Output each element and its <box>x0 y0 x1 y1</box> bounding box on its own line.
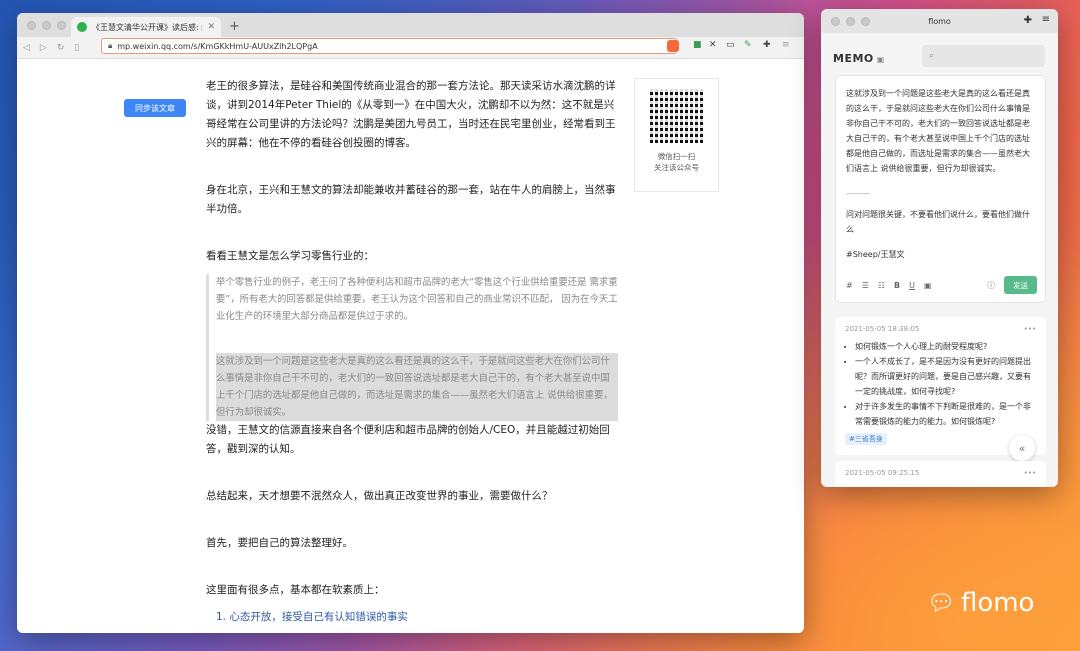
tab-title: 《王慧文清华公开课》读后感: 给... <box>92 22 202 32</box>
paragraph: 没错，王慧文的信源直接来自各个便利店和超市品牌的创始人/CEO，并且能越过初始回… <box>206 424 610 455</box>
window-title: flomo <box>928 16 951 26</box>
url-text: mp.weixin.qq.com/s/KmGKkHmU-AUUxZlh2LQPg… <box>117 41 318 51</box>
memo-mode-icon[interactable]: ▣ <box>877 55 885 64</box>
qr-code-icon <box>649 89 704 143</box>
sync-article-button[interactable]: 同步该文章 <box>124 99 186 117</box>
lock-icon: 🔒︎ <box>108 41 113 50</box>
close-dot[interactable] <box>831 17 840 26</box>
extensions-puzzle-icon[interactable]: ✚ <box>763 40 771 50</box>
bullet-list-icon[interactable]: ☰ <box>862 278 869 293</box>
forward-icon[interactable]: ▷ <box>40 43 47 53</box>
editor-toolbar: # ☰ ☷ B U ▣ ⓘ 发送 <box>846 276 1037 294</box>
address-bar[interactable]: 🔒︎ mp.weixin.qq.com/s/KmGKkHmU-AUUxZlh2L… <box>101 38 677 54</box>
send-button[interactable]: 发送 <box>1004 276 1037 294</box>
qr-caption: 微信扫一扫 关注该公众号 <box>654 152 699 172</box>
paragraph: 总结起来，天才想要不泯然众人，做出真正改变世界的事业，需要做什么？ <box>206 490 553 502</box>
bold-icon[interactable]: B <box>894 278 900 293</box>
extension-green-icon[interactable]: ■ <box>693 40 702 50</box>
editor-note: 问对问题很关键，不要看他们说什么，要看他们做什么 <box>846 210 1030 234</box>
editor-text: 这就涉及到一个问题是这些老大是真的这么看还是真的这么干，于是就问这些老大在你们公… <box>846 89 1030 173</box>
memo-card[interactable]: 2021-05-05 09:25:15 ••• <box>835 461 1046 487</box>
editor-divider: ——— <box>846 189 870 198</box>
memo-header: MEMO ▣ <box>833 52 885 65</box>
search-input[interactable]: ⌕ <box>922 45 1045 67</box>
blockquote: 举个零售行业的例子，老王问了各种便利店和超市品牌的老大“零售这个行业供给重要还是… <box>206 274 618 421</box>
bookmark-icon[interactable]: ▯ <box>74 43 79 53</box>
paragraph: 首先，要把自己的算法整理好。 <box>206 537 353 549</box>
menu-icon[interactable]: ≡ <box>1042 14 1050 25</box>
list-item: 如何锻炼一个人心理上的耐受程度呢? <box>855 339 1036 354</box>
numbered-list-icon[interactable]: ☷ <box>878 278 885 293</box>
memo-list: 如何锻炼一个人心理上的耐受程度呢? 一个人不成长了，是不是因为没有更好的问题提出… <box>845 339 1036 429</box>
minimize-dot[interactable] <box>846 17 855 26</box>
memo-timestamp: 2021-05-05 18:38:05 <box>845 325 920 333</box>
editor-tag: #Sheep/王慧文 <box>846 250 905 259</box>
list-item: 对于许多发生的事情不下判断是很难的，是一个非常需要锻炼的能力的能力。如何锻炼呢? <box>855 399 1036 429</box>
hashtag-icon[interactable]: # <box>846 278 853 293</box>
collapse-icon[interactable]: « <box>1009 435 1035 461</box>
memo-label: MEMO <box>833 52 874 65</box>
article-body: 老王的很多算法，是硅谷和美国传统商业混合的那一套方法论。那天读采访水滴沈鹏的详谈… <box>206 77 618 627</box>
memo-card[interactable]: 2021-05-05 18:38:05 ••• 如何锻炼一个人心理上的耐受程度呢?… <box>835 317 1046 455</box>
qr-code-card: 微信扫一扫 关注该公众号 <box>634 78 719 192</box>
extensions-puzzle-icon[interactable]: ✚ <box>1024 15 1032 26</box>
wechat-icon: 💬︎ <box>927 590 955 616</box>
flomo-titlebar: flomo ✚ ≡ <box>821 9 1058 33</box>
browser-window: 《王慧文清华公开课》读后感: 给... ✕ + ◁ ▷ ↻ ▯ 🔒︎ mp.we… <box>17 13 804 633</box>
new-tab-icon[interactable]: + <box>229 19 240 34</box>
memo-editor[interactable]: 这就涉及到一个问题是这些老大是真的这么看还是真的这么干，于是就问这些老大在你们公… <box>835 75 1046 303</box>
list-item[interactable]: 1. 心态开放，接受自己有认知错误的事实 <box>206 608 618 627</box>
window-controls[interactable] <box>27 21 66 30</box>
more-icon[interactable]: ••• <box>1024 325 1036 333</box>
paragraph: 看看王慧文是怎么学习零售行业的： <box>206 250 374 262</box>
memo-timestamp: 2021-05-05 09:25:15 <box>845 469 920 477</box>
paragraph: 老王的很多算法，是硅谷和美国传统商业混合的那一套方法论。那天读采访水滴沈鹏的详谈… <box>206 80 616 149</box>
extension-x-icon[interactable]: ✕ <box>709 40 717 50</box>
extension-pen-icon[interactable]: ✎ <box>744 40 752 50</box>
paragraph: 身在北京，王兴和王慧文的算法却能兼收并蓄硅谷的那一套，站在牛人的肩膀上，当然事半… <box>206 184 616 215</box>
window-controls[interactable] <box>831 17 870 26</box>
highlighted-quote-text[interactable]: 这就涉及到一个问题是这些老大是真的这么看还是真的这么干，于是就问这些老大在你们公… <box>216 353 618 421</box>
maximize-dot[interactable] <box>861 17 870 26</box>
tab-bar: 《王慧文清华公开课》读后感: 给... ✕ + <box>17 13 804 37</box>
close-tab-icon[interactable]: ✕ <box>207 22 215 32</box>
memo-tag[interactable]: #三省吾身 <box>845 433 887 445</box>
web-page: 同步该文章 老王的很多算法，是硅谷和美国传统商业混合的那一套方法论。那天读采访水… <box>17 59 804 633</box>
extension-box-icon[interactable]: ▭ <box>726 40 735 50</box>
search-icon: ⌕ <box>929 51 935 61</box>
watermark-text: flomo <box>960 588 1035 618</box>
flomo-watermark: 💬︎ flomo <box>927 588 1034 618</box>
close-dot[interactable] <box>27 21 36 30</box>
minimize-dot[interactable] <box>42 21 51 30</box>
reload-icon[interactable]: ↻ <box>57 43 65 53</box>
quote-text: 举个零售行业的例子，老王问了各种便利店和超市品牌的老大“零售这个行业供给重要还是… <box>216 277 618 322</box>
browser-tab[interactable]: 《王慧文清华公开课》读后感: 给... ✕ <box>71 17 221 37</box>
paragraph: 这里面有很多点，基本都在软素质上： <box>206 584 385 596</box>
back-icon[interactable]: ◁ <box>23 43 30 53</box>
brave-shield-icon[interactable] <box>667 40 679 52</box>
maximize-dot[interactable] <box>57 21 66 30</box>
underline-icon[interactable]: U <box>909 278 915 293</box>
list-item: 一个人不成长了，是不是因为没有更好的问题提出呢？而所谓更好的问题，要是自己感兴趣… <box>855 354 1036 399</box>
image-icon[interactable]: ▣ <box>924 278 932 293</box>
flomo-window: flomo ✚ ≡ MEMO ▣ ⌕ 这就涉及到一个问题是这些老大是真的这么看还是… <box>821 9 1058 487</box>
wechat-favicon-icon <box>77 22 87 32</box>
browser-menu-icon[interactable]: ≡ <box>782 40 790 50</box>
more-icon[interactable]: ••• <box>1024 469 1036 477</box>
info-icon[interactable]: ⓘ <box>987 278 995 293</box>
